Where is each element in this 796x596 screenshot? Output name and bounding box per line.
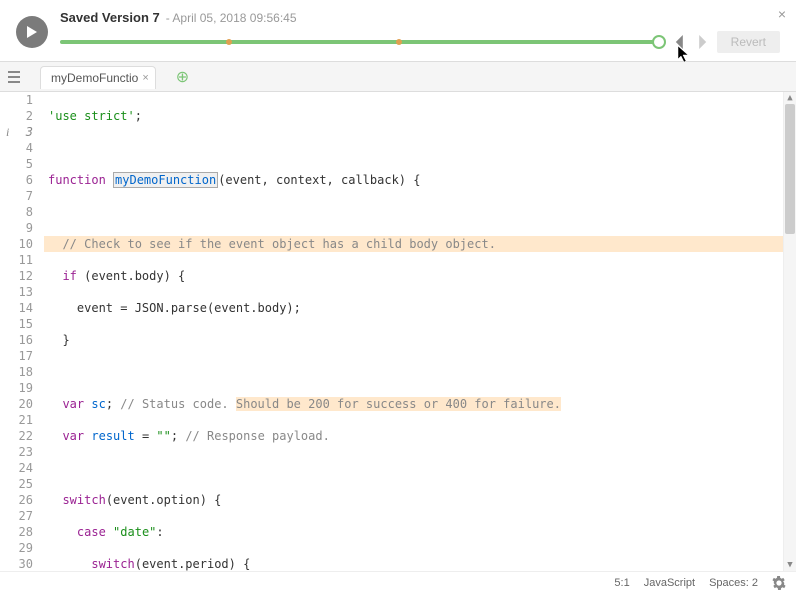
- scrollbar-thumb[interactable]: [785, 104, 795, 234]
- next-version-icon[interactable]: [695, 35, 709, 49]
- scroll-up-icon[interactable]: ▲: [784, 92, 796, 104]
- play-button[interactable]: [16, 16, 48, 48]
- slider-marker[interactable]: [396, 39, 402, 45]
- code-editor[interactable]: 1 2 3 4 5 6 7 8 9 10 11 12 13 14 15 16 1…: [0, 92, 796, 571]
- language-mode[interactable]: JavaScript: [644, 577, 695, 589]
- slider-marker[interactable]: [226, 39, 232, 45]
- version-header: Saved Version 7 - April 05, 2018 09:56:4…: [0, 0, 796, 62]
- code-content[interactable]: 'use strict'; function myDemoFunction(ev…: [44, 92, 796, 571]
- tab-bar: myDemoFunctio × ⊕: [0, 62, 796, 92]
- indent-setting[interactable]: Spaces: 2: [709, 577, 758, 589]
- add-tab-icon[interactable]: ⊕: [176, 67, 189, 87]
- status-bar: 5:1 JavaScript Spaces: 2: [0, 571, 796, 593]
- tab-list-icon[interactable]: [8, 71, 24, 83]
- version-timestamp: - April 05, 2018 09:56:45: [166, 11, 297, 25]
- file-tab[interactable]: myDemoFunctio ×: [40, 66, 156, 89]
- gear-icon[interactable]: [772, 576, 786, 590]
- tab-close-icon[interactable]: ×: [142, 72, 148, 84]
- version-title: Saved Version 7: [60, 10, 160, 25]
- cursor-position[interactable]: 5:1: [614, 577, 629, 589]
- close-icon[interactable]: ×: [778, 6, 786, 22]
- scroll-down-icon[interactable]: ▼: [784, 559, 796, 571]
- tab-label: myDemoFunctio: [51, 71, 138, 85]
- slider-thumb[interactable]: [652, 35, 666, 49]
- version-slider[interactable]: [60, 40, 665, 44]
- revert-button[interactable]: Revert: [717, 31, 780, 53]
- vertical-scrollbar[interactable]: ▲ ▼: [784, 92, 796, 571]
- prev-version-icon[interactable]: [673, 35, 687, 49]
- line-gutter: 1 2 3 4 5 6 7 8 9 10 11 12 13 14 15 16 1…: [0, 92, 44, 571]
